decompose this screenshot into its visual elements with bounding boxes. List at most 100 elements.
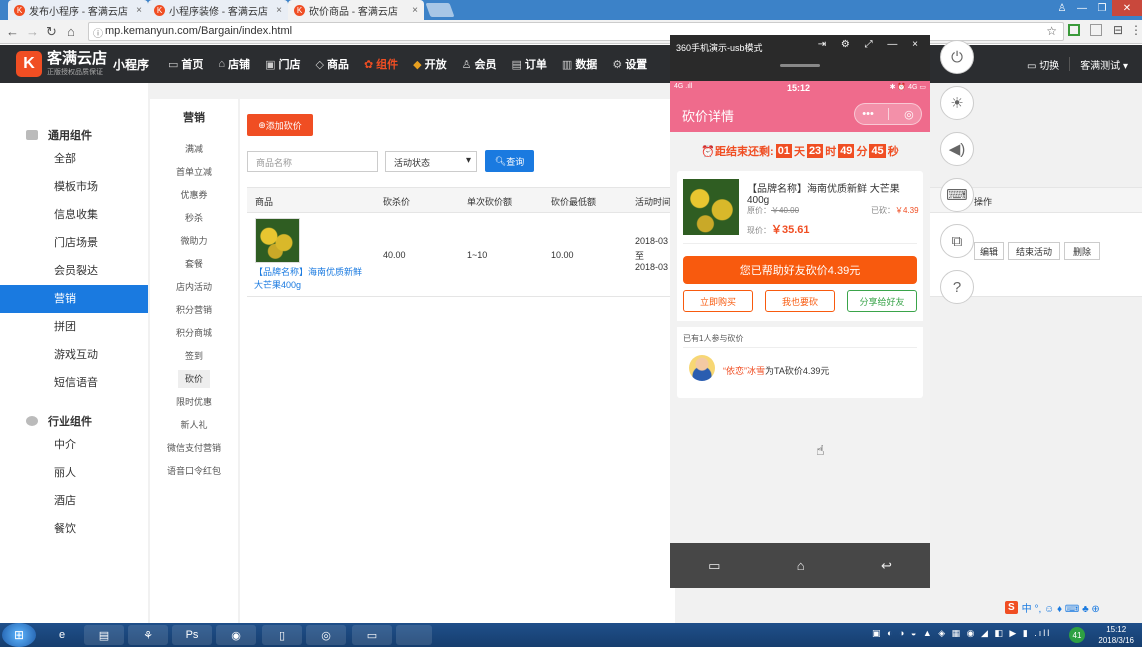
browser-tab-3[interactable]: K 砍价商品 - 客满云店 ×	[288, 0, 424, 20]
volume-icon[interactable]: ◀)	[940, 132, 974, 166]
more-icon[interactable]: •••	[862, 108, 874, 120]
power-icon[interactable]: ⏻	[940, 40, 974, 74]
share-button[interactable]: 分享给好友	[847, 290, 917, 312]
buy-now-button[interactable]: 立即购买	[683, 290, 753, 312]
bookmark-star-icon[interactable]: ☆	[1046, 24, 1057, 38]
nav-item-orders[interactable]: ▤ 订单	[512, 56, 547, 72]
system-clock[interactable]: 15:12 2018/3/16	[1098, 624, 1134, 646]
tab-close-icon[interactable]: ×	[276, 5, 282, 16]
switch-button[interactable]: ▭ 切换	[1027, 57, 1059, 72]
menu-icon[interactable]: ⋮	[1130, 23, 1142, 37]
taskbar-photoshop-icon[interactable]: ◉	[216, 625, 256, 645]
subnav-item[interactable]: 优惠券	[150, 186, 238, 204]
help-icon[interactable]: ?	[940, 270, 974, 304]
sidebar-item-agency[interactable]: 中介	[0, 431, 148, 459]
browser-tab-1[interactable]: K 发布小程序 - 客满云店 ×	[8, 0, 148, 20]
taskbar-app-icon[interactable]: Ps	[172, 625, 212, 645]
forward-icon[interactable]: →	[26, 24, 39, 39]
goods-thumbnail[interactable]	[255, 218, 300, 263]
drag-handle[interactable]	[780, 64, 820, 67]
browser-tab-2[interactable]: K 小程序装修 - 客满云店 ×	[148, 0, 288, 20]
nav-item-members[interactable]: ♙ 会员	[462, 56, 497, 72]
subnav-item[interactable]: 微助力	[150, 232, 238, 250]
keyboard-icon[interactable]: ⌨	[940, 178, 974, 212]
delete-button[interactable]: 删除	[1064, 242, 1100, 260]
system-tray[interactable]: ▣ ◐ ◑ ◒ ▲ ◈ ▦ ◉ ◢ ◧ ▶ ▮ .ıll	[872, 628, 1051, 639]
sogou-icon[interactable]: S	[1005, 601, 1018, 614]
subnav-item[interactable]: 店内活动	[150, 278, 238, 296]
sidebar-item-dining[interactable]: 餐饮	[0, 515, 148, 543]
sidebar-item-store-scenes[interactable]: 门店场景	[0, 229, 148, 257]
sidebar-item-templates[interactable]: 模板市场	[0, 173, 148, 201]
sidebar-item-marketing[interactable]: 营销	[0, 285, 148, 313]
sidebar-item-hotel[interactable]: 酒店	[0, 487, 148, 515]
product-image[interactable]	[683, 179, 739, 235]
taskbar-chrome-icon[interactable]: ▯	[262, 625, 302, 645]
goods-name-link[interactable]: 【品牌名称】海南优质新鲜大芒果400g	[254, 266, 366, 292]
crop-icon[interactable]: ⧉	[940, 224, 974, 258]
brand-logo[interactable]: K 客满云店 正版授权品质保证 小程序	[16, 51, 149, 77]
nav-item-components[interactable]: ✿ 组件	[364, 56, 398, 72]
minimize-icon[interactable]: —	[1072, 0, 1092, 16]
sidebar-item-all[interactable]: 全部	[0, 145, 148, 173]
brightness-icon[interactable]: ☀	[940, 86, 974, 120]
close-window-icon[interactable]: ✕	[1112, 0, 1142, 16]
account-menu[interactable]: 客满测试 ▾	[1080, 57, 1128, 72]
taskbar-phone-icon[interactable]: ◎	[306, 625, 346, 645]
subnav-item[interactable]: 首单立减	[150, 163, 238, 181]
nav-item-home[interactable]: ▭ 首页	[168, 56, 203, 72]
home-icon[interactable]: ⌂	[797, 558, 805, 573]
back-icon[interactable]: ←	[6, 24, 19, 39]
nav-item-data[interactable]: ▥ 数据	[562, 56, 597, 72]
subnav-item[interactable]: 限时优惠	[150, 393, 238, 411]
taskbar-app-icon[interactable]: ▤	[84, 625, 124, 645]
sidebar-item-group-buy[interactable]: 拼团	[0, 313, 148, 341]
taskbar-explorer-icon[interactable]: ⚘	[128, 625, 168, 645]
home-icon[interactable]: ⌂	[67, 24, 75, 39]
subnav-item[interactable]: 签到	[150, 347, 238, 365]
goods-name-input[interactable]: 商品名称	[247, 151, 378, 172]
subnav-item[interactable]: 语音口令红包	[150, 462, 238, 480]
taskbar-app-icon[interactable]	[396, 625, 432, 645]
close-miniprogram-icon[interactable]: ◎	[904, 108, 914, 121]
nav-item-branch[interactable]: ▣ 门店	[265, 56, 300, 72]
capsule-menu[interactable]: ••• ◎	[854, 103, 922, 125]
reload-icon[interactable]: ↻	[46, 24, 57, 40]
taskbar-obs-icon[interactable]: ▭	[352, 625, 392, 645]
recent-apps-icon[interactable]: ▭	[708, 558, 720, 574]
start-button-icon[interactable]: ⊞	[2, 623, 36, 647]
ime-status[interactable]: 中 °, ☺ ♦ ⌨ ♣ ⊕	[1022, 600, 1100, 615]
end-activity-button[interactable]: 结束活动	[1008, 242, 1060, 260]
sidebar-item-sms[interactable]: 短信语音	[0, 369, 148, 397]
extension-icon[interactable]	[1090, 24, 1102, 36]
tab-close-icon[interactable]: ×	[136, 5, 142, 16]
status-select[interactable]: 活动状态	[385, 151, 477, 172]
sidebar-item-member[interactable]: 会员裂达	[0, 257, 148, 285]
sidebar-item-beauty[interactable]: 丽人	[0, 459, 148, 487]
tray-badge-icon[interactable]: 41	[1069, 627, 1085, 643]
back-icon[interactable]: ↩	[881, 558, 892, 574]
reading-icon[interactable]: ⊟	[1113, 23, 1123, 37]
nav-item-open[interactable]: ◆ 开放	[413, 56, 446, 72]
user-icon[interactable]: ♙	[1052, 0, 1072, 16]
subnav-item[interactable]: 微信支付营销	[150, 439, 238, 457]
restore-icon[interactable]: ❐	[1092, 0, 1112, 16]
taskbar-app-icon[interactable]: e	[42, 625, 82, 645]
emulator-controls[interactable]: ⇥ ⚙ ⤢ — ×	[818, 39, 924, 50]
subnav-item[interactable]: 秒杀	[150, 209, 238, 227]
subnav-item-bargain[interactable]: 砍价	[178, 370, 210, 388]
sidebar-item-games[interactable]: 游戏互动	[0, 341, 148, 369]
nav-item-goods[interactable]: ◇ 商品	[315, 56, 348, 72]
subnav-item[interactable]: 积分商城	[150, 324, 238, 342]
nav-item-store[interactable]: ⌂ 店铺	[218, 56, 250, 72]
edit-button[interactable]: 编辑	[974, 242, 1004, 260]
nav-item-settings[interactable]: ⚙ 设置	[612, 56, 647, 72]
query-button[interactable]: 🔍︎ 查询	[485, 150, 534, 172]
add-bargain-button[interactable]: ⊕ 添加砍价	[247, 114, 313, 136]
bargain-too-button[interactable]: 我也要砍	[765, 290, 835, 312]
tab-close-icon[interactable]: ×	[412, 5, 418, 16]
new-tab-button[interactable]	[425, 3, 455, 17]
subnav-item[interactable]: 积分营销	[150, 301, 238, 319]
sidebar-item-forms[interactable]: 信息收集	[0, 201, 148, 229]
subnav-item[interactable]: 新人礼	[150, 416, 238, 434]
